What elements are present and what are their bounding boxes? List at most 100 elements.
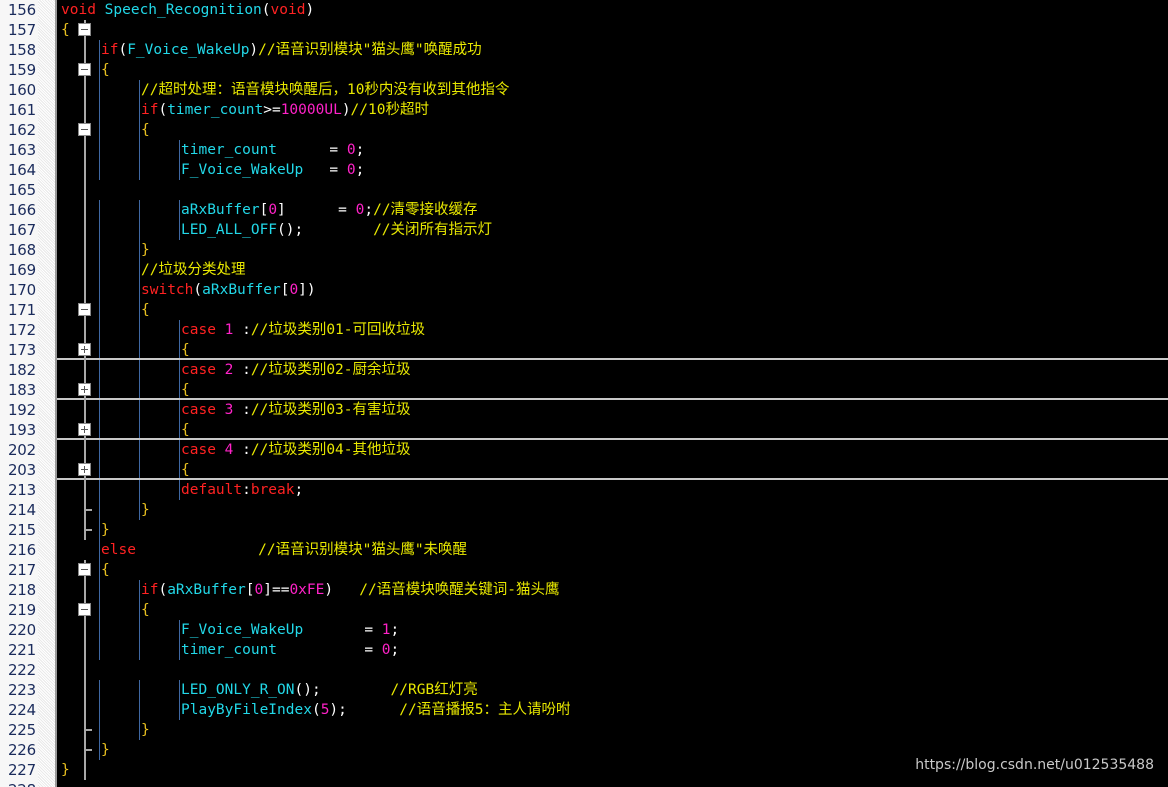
indent-guide (139, 480, 140, 500)
code-line[interactable]: case 1 ://垃圾类别01-可回收垃圾 (57, 320, 425, 340)
code-line[interactable] (57, 660, 61, 680)
indent-guide (99, 700, 100, 720)
fold-expand-icon[interactable] (78, 463, 91, 476)
indent-guide (139, 360, 140, 380)
token-kw: case (181, 402, 216, 418)
code-line[interactable]: PlayByFileIndex(5); //语音播报5：主人请吩咐 (57, 700, 570, 720)
indent-guide (179, 620, 180, 640)
indent-guide (139, 100, 140, 120)
token-br: { (141, 302, 150, 318)
indent-guide (99, 400, 100, 420)
code-line[interactable]: { (57, 380, 190, 400)
code-line[interactable]: switch(aRxBuffer[0]) (57, 280, 316, 300)
code-line[interactable]: } (57, 760, 70, 780)
code-line[interactable]: F_Voice_WakeUp = 1; (57, 620, 399, 640)
token-pun: = (303, 162, 347, 178)
code-line[interactable] (57, 180, 61, 200)
token-kw: void (61, 2, 96, 18)
code-line[interactable]: if(timer_count>=10000UL)//10秒超时 (57, 100, 429, 120)
fold-guide-line (84, 660, 86, 680)
code-line[interactable]: } (57, 240, 150, 260)
token-kw: switch (141, 282, 194, 298)
fold-collapse-icon[interactable] (78, 63, 91, 76)
line-number: 166 (7, 201, 36, 219)
code-line[interactable]: case 4 ://垃圾类别04-其他垃圾 (57, 440, 411, 460)
indent-guide (179, 320, 180, 340)
code-line[interactable]: { (57, 120, 150, 140)
fold-collapse-icon[interactable] (78, 23, 91, 36)
line-number: 214 (7, 501, 36, 519)
code-line[interactable]: default:break; (57, 480, 303, 500)
token-pun: [ (245, 582, 255, 598)
token-pun: ( (193, 282, 203, 298)
line-number: 183 (7, 381, 36, 399)
code-line[interactable]: { (57, 600, 150, 620)
indent-guide (99, 740, 100, 760)
code-line[interactable]: case 3 ://垃圾类别03-有害垃圾 (57, 400, 411, 420)
token-id: F_Voice_WakeUp (181, 162, 304, 178)
token-pun: ( (158, 102, 168, 118)
indent-guide (179, 160, 180, 180)
indent-guide (99, 420, 100, 440)
line-number: 161 (7, 101, 36, 119)
token-cmt: //10秒超时 (350, 102, 429, 118)
line-number: 169 (7, 261, 36, 279)
fold-guide-line (84, 400, 86, 420)
code-line[interactable]: aRxBuffer[0] = 0;//清零接收缓存 (57, 200, 478, 220)
fold-end-marker (84, 529, 92, 531)
code-line[interactable]: { (57, 20, 70, 40)
fold-expand-icon[interactable] (78, 423, 91, 436)
indent-guide (99, 300, 100, 320)
code-line[interactable]: timer_count = 0; (57, 640, 399, 660)
fold-expand-icon[interactable] (78, 383, 91, 396)
code-line[interactable]: { (57, 420, 190, 440)
code-line[interactable]: void Speech_Recognition(void) (57, 0, 314, 20)
line-number: 216 (7, 541, 36, 559)
token-pun: ]) (298, 282, 316, 298)
code-line[interactable]: case 2 ://垃圾类别02-厨余垃圾 (57, 360, 411, 380)
indent-guide (99, 80, 100, 100)
code-line[interactable]: //超时处理：语音模块唤醒后，10秒内没有收到其他指令 (57, 80, 509, 100)
fold-guide-line (84, 100, 86, 120)
line-number: 173 (7, 341, 36, 359)
token-id: timer_count (167, 102, 264, 118)
token-cmt: //垃圾类别01-可回收垃圾 (250, 322, 426, 338)
code-line[interactable]: LED_ALL_OFF(); //关闭所有指示灯 (57, 220, 492, 240)
line-number: 164 (7, 161, 36, 179)
indent-guide (179, 200, 180, 220)
token-pun (216, 442, 225, 458)
token-pun (216, 322, 225, 338)
token-cmt: //超时处理：语音模块唤醒后，10秒内没有收到其他指令 (141, 82, 510, 98)
code-line[interactable]: else //语音识别模块"猫头鹰"未唤醒 (57, 540, 467, 560)
fold-collapse-icon[interactable] (78, 563, 91, 576)
code-line[interactable]: { (57, 300, 150, 320)
code-line[interactable]: if(F_Voice_WakeUp)//语音识别模块"猫头鹰"唤醒成功 (57, 40, 482, 60)
collapsed-region-separator (57, 438, 1168, 440)
code-line[interactable]: } (57, 500, 150, 520)
indent-guide (179, 400, 180, 420)
code-line[interactable]: F_Voice_WakeUp = 0; (57, 160, 364, 180)
code-line[interactable]: timer_count = 0; (57, 140, 364, 160)
fold-collapse-icon[interactable] (78, 303, 91, 316)
indent-guide (99, 160, 100, 180)
fold-expand-icon[interactable] (78, 343, 91, 356)
fold-collapse-icon[interactable] (78, 603, 91, 616)
code-line[interactable]: { (57, 340, 190, 360)
code-line[interactable]: } (57, 720, 150, 740)
indent-guide (99, 200, 100, 220)
line-number: 159 (7, 61, 36, 79)
line-number: 213 (7, 481, 36, 499)
token-num: 0 (289, 282, 299, 298)
code-line[interactable]: if(aRxBuffer[0]==0xFE) //语音模块唤醒关键词-猫头鹰 (57, 580, 560, 600)
line-number: 220 (7, 621, 36, 639)
code-line[interactable] (57, 780, 61, 787)
line-number: 225 (7, 721, 36, 739)
code-editor[interactable]: 156 157 158 159 160 161 162 163 164 165 166 167 168 1… (0, 0, 1168, 787)
code-line[interactable]: LED_ONLY_R_ON(); //RGB红灯亮 (57, 680, 478, 700)
code-line[interactable]: { (57, 460, 190, 480)
indent-guide (99, 120, 100, 140)
indent-guide (99, 600, 100, 620)
fold-collapse-icon[interactable] (78, 123, 91, 136)
indent-guide (99, 260, 100, 280)
code-content[interactable]: void Speech_Recognition(void){if(F_Voice… (57, 0, 1168, 787)
